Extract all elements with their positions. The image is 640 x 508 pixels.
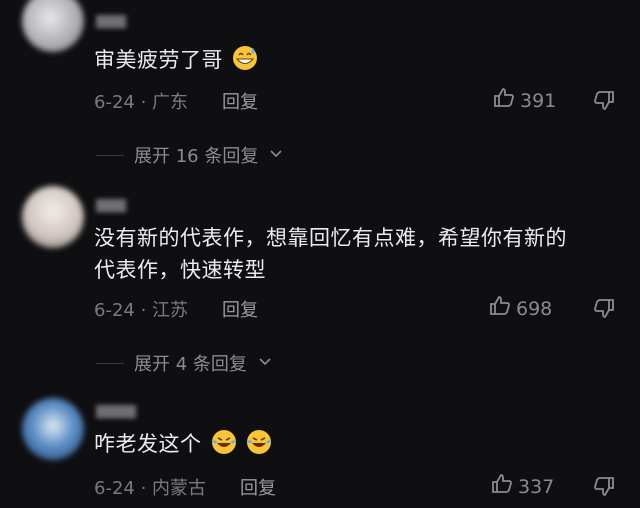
thumbs-down-icon: [592, 477, 616, 502]
divider-line: [96, 154, 124, 156]
grin-sweat-emoji-icon: [232, 45, 258, 80]
expand-replies-label: 展开 16 条回复: [134, 146, 259, 167]
chevron-down-icon: [268, 145, 284, 166]
like-count: 391: [520, 89, 557, 112]
avatar[interactable]: [22, 0, 84, 52]
reply-button[interactable]: 回复: [222, 296, 258, 322]
expand-replies-label: 展开 4 条回复: [134, 354, 247, 375]
date-location: 6-24 · 江苏: [94, 300, 189, 321]
thumbs-up-icon: [492, 86, 516, 115]
chevron-down-icon: [257, 353, 273, 374]
avatar[interactable]: [22, 398, 84, 460]
reply-button[interactable]: 回复: [240, 474, 276, 500]
like-button[interactable]: 698: [488, 294, 552, 323]
comment-text-content: 咋老发这个: [94, 432, 202, 456]
comment-text-line: 代表作，快速转型: [94, 258, 266, 282]
username[interactable]: ▇▇▇: [96, 198, 126, 213]
username[interactable]: ▇▇▇▇: [96, 404, 136, 419]
laughing-tears-emoji-icon: [211, 429, 237, 464]
thumbs-up-icon: [488, 294, 512, 323]
dislike-button[interactable]: [592, 88, 616, 116]
username[interactable]: ▇▇▇: [96, 14, 126, 29]
thumbs-down-icon: [592, 91, 616, 116]
like-count: 337: [518, 475, 555, 498]
avatar[interactable]: [22, 186, 84, 248]
like-count: 698: [516, 297, 553, 320]
laughing-tears-emoji-icon: [246, 429, 272, 464]
comment-text: 咋老发这个: [94, 428, 620, 464]
comment-text-line: 没有新的代表作，想靠回忆有点难，希望你有新的: [94, 226, 567, 250]
expand-replies-button[interactable]: 展开 4 条回复: [96, 350, 273, 376]
date-location: 6-24 · 广东: [94, 92, 189, 113]
comment-text-content: 审美疲劳了哥: [94, 48, 223, 72]
dislike-button[interactable]: [592, 296, 616, 324]
divider-line: [96, 362, 124, 364]
expand-replies-button[interactable]: 展开 16 条回复: [96, 142, 284, 168]
thumbs-down-icon: [592, 299, 616, 324]
comment-text: 没有新的代表作，想靠回忆有点难，希望你有新的 代表作，快速转型: [94, 222, 620, 286]
date-location: 6-24 · 内蒙古: [94, 478, 207, 499]
thumbs-up-icon: [490, 472, 514, 501]
comment-text: 审美疲劳了哥: [94, 44, 620, 80]
dislike-button[interactable]: [592, 474, 616, 502]
reply-button[interactable]: 回复: [222, 88, 258, 114]
like-button[interactable]: 337: [490, 472, 554, 501]
like-button[interactable]: 391: [492, 86, 556, 115]
